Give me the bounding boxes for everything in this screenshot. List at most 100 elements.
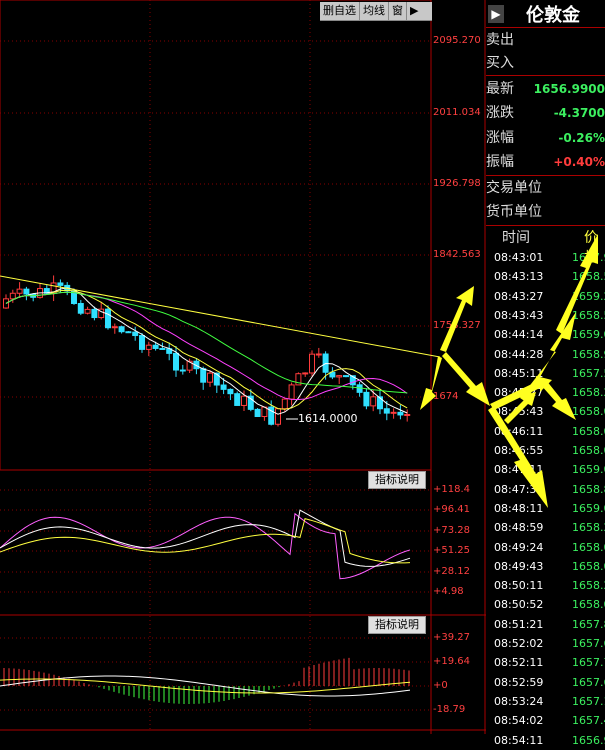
expand-arrow-icon[interactable]: ▶ — [407, 2, 421, 20]
tick-row: 08:47:39 1658.8 — [486, 480, 605, 499]
candles — [3, 275, 411, 427]
tick-time: 08:44:28 — [494, 347, 544, 361]
buy-label: 买入 — [486, 55, 514, 71]
candle-body — [200, 368, 207, 383]
currency-unit-label: 货币单位 — [486, 204, 542, 220]
osc1-tick-5: +28.12 — [433, 566, 471, 577]
remove-watchlist-button[interactable]: 删自选 — [320, 2, 360, 20]
osc2-tick-3: +0 — [433, 680, 448, 691]
tick-row: 08:45:43 1658.0 — [486, 402, 605, 421]
indicator-help-button-1[interactable]: 指标说明 — [368, 471, 426, 489]
time-column-header: 时间 — [502, 230, 530, 246]
tick-time: 08:50:52 — [494, 598, 544, 612]
candle-body — [3, 298, 9, 309]
amplitude-value: +0.40% — [553, 155, 605, 169]
tick-price: 1659.0 — [572, 501, 605, 515]
percent-label: 涨幅 — [486, 130, 514, 146]
tick-time: 08:43:01 — [494, 251, 544, 264]
candle-body — [343, 375, 349, 378]
tick-row: 08:53:24 1657.1 — [486, 692, 605, 711]
tick-row: 08:50:11 1658.2 — [486, 576, 605, 595]
moving-average-button[interactable]: 均线 — [360, 2, 389, 20]
tick-row: 08:51:21 1657.8 — [486, 615, 605, 634]
latest-value: 1656.9900 — [533, 82, 605, 96]
tick-price: 1658.0 — [572, 405, 605, 419]
osc2-tick-2: +19.64 — [433, 656, 471, 667]
trade-unit-label: 交易单位 — [486, 180, 542, 196]
candle-body — [302, 372, 309, 375]
candle-body — [152, 344, 159, 349]
tick-time: 08:48:59 — [494, 521, 544, 535]
candle-body — [125, 331, 132, 334]
tick-time: 08:47:39 — [494, 482, 544, 496]
sell-row: 卖出 — [486, 28, 605, 52]
candle-body — [159, 347, 166, 350]
window-button[interactable]: 窗 — [389, 2, 407, 20]
amplitude-row: 振幅 +0.40% — [486, 150, 605, 174]
price-tick-3: 1926.798 — [433, 178, 481, 189]
moving-averages — [5, 287, 408, 415]
tick-row: 08:49:24 1658.0 — [486, 538, 605, 557]
candle-body — [370, 396, 377, 407]
tick-time: 08:43:43 — [494, 308, 544, 322]
candle-body — [16, 288, 23, 294]
candle-body — [23, 288, 30, 295]
indicator-help-button-2[interactable]: 指标说明 — [368, 616, 426, 634]
trend-line — [0, 275, 441, 358]
tick-price: 1658.0 — [572, 424, 605, 438]
tick-row: 08:45:27 1658.2 — [486, 383, 605, 402]
osc1-tick-4: +51.25 — [433, 545, 471, 556]
tick-price: 1657.5 — [572, 366, 605, 380]
tick-time: 08:52:11 — [494, 656, 544, 670]
tick-price: 1657.4 — [572, 714, 605, 728]
tick-row: 08:54:11 1656.9 — [486, 731, 605, 750]
tick-price: 1657.7 — [572, 656, 605, 670]
tick-row: 08:43:43 1658.5 — [486, 306, 605, 325]
candle-body — [227, 388, 234, 395]
tick-price: 1658.2 — [572, 386, 605, 400]
candle-body — [132, 331, 139, 337]
latest-row: 最新 1656.9900 — [486, 77, 605, 101]
tick-price: 1658.8 — [572, 482, 605, 496]
ma-line — [5, 291, 408, 394]
collapse-arrow-icon[interactable]: ▶ — [488, 5, 504, 23]
tick-row: 08:47:11 1659.0 — [486, 460, 605, 479]
tick-row: 08:45:11 1657.5 — [486, 364, 605, 383]
candle-body — [404, 413, 411, 416]
candle-body — [105, 308, 111, 329]
tick-row: 08:48:11 1659.0 — [486, 499, 605, 518]
candle-body — [9, 292, 16, 300]
tick-price: 1658.5 — [572, 308, 605, 322]
tick-time: 08:47:11 — [494, 463, 544, 477]
candle-body — [207, 372, 213, 383]
oscillator-2 — [0, 657, 411, 704]
candle-body — [356, 384, 363, 393]
candle-body — [111, 326, 118, 329]
tick-time: 08:54:02 — [494, 714, 544, 728]
tick-time: 08:48:11 — [494, 501, 544, 515]
candle-body — [139, 335, 145, 350]
percent-row: 涨幅 -0.26% — [486, 126, 605, 150]
candle-body — [336, 375, 343, 378]
tick-time: 08:51:21 — [494, 617, 544, 631]
oscillator-line — [0, 517, 411, 564]
candle-body — [118, 326, 125, 333]
tick-time: 08:46:11 — [494, 424, 544, 438]
tick-time: 08:53:24 — [494, 694, 544, 708]
osc1-tick-6: +4.98 — [433, 586, 464, 597]
osc2-tick-4: -18.79 — [433, 704, 466, 715]
tick-row: 08:46:11 1658.0 — [486, 422, 605, 441]
tick-row: 08:46:55 1658.0 — [486, 441, 605, 460]
candle-body — [397, 411, 404, 416]
tick-price: 1657.1 — [572, 694, 605, 708]
osc2-tick-1: +39.27 — [433, 632, 471, 643]
candle-body — [315, 353, 322, 356]
price-tick-5: 1758.327 — [433, 320, 481, 331]
candle-body — [91, 308, 98, 319]
tick-price: 1657.6 — [572, 637, 605, 650]
tick-time: 08:46:55 — [494, 444, 544, 457]
latest-label: 最新 — [486, 81, 514, 97]
tick-row: 08:52:02 1657.6 — [486, 634, 605, 653]
change-label: 涨跌 — [486, 105, 514, 121]
tick-price: 1658.2 — [572, 521, 605, 535]
